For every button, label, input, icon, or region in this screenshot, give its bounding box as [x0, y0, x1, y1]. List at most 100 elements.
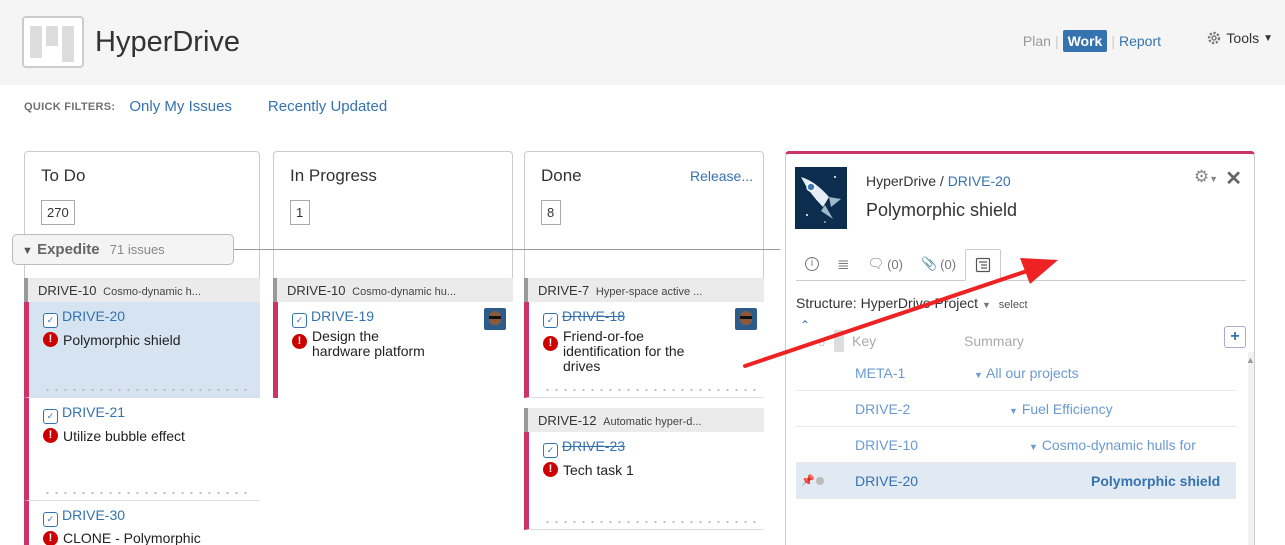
parent-issue-key: DRIVE-10 — [38, 283, 97, 298]
parent-issue-summary: Cosmo-dynamic hu... — [352, 286, 457, 298]
column-title: To Do — [41, 166, 86, 185]
priority-blocker-icon: ! — [43, 332, 58, 347]
issue-title: Polymorphic shield — [866, 200, 1018, 220]
header-bar: HyperDrive Plan | Work | Report Tools ▼ — [0, 0, 1285, 85]
plan-mode-link[interactable]: Plan — [1023, 33, 1051, 49]
row-summary[interactable]: ▼ Cosmo-dynamic hulls for — [1029, 437, 1196, 453]
issue-card[interactable]: ✓ DRIVE-23 ! Tech task 1 — [524, 432, 764, 530]
issue-card[interactable]: ✓ DRIVE-30 ! CLONE - Polymorphic — [24, 501, 260, 545]
card-grabber[interactable] — [543, 521, 756, 523]
card-grabber[interactable] — [43, 389, 252, 391]
structure-row[interactable]: DRIVE-10 ▼ Cosmo-dynamic hulls for — [796, 427, 1236, 463]
grid-scrollbar[interactable] — [1248, 352, 1254, 545]
structure-row[interactable]: DRIVE-2 ▼ Fuel Efficiency — [796, 391, 1236, 427]
expand-caret-icon: ▼ — [1009, 406, 1018, 416]
structure-row-selected[interactable]: 📌 DRIVE-20 Polymorphic shield — [796, 463, 1236, 499]
parent-issue-key: DRIVE-12 — [538, 413, 597, 428]
row-issue-key[interactable]: DRIVE-2 — [855, 401, 910, 417]
issue-key[interactable]: ✓ DRIVE-18 — [543, 308, 625, 328]
add-column-button[interactable]: + — [1224, 326, 1246, 348]
row-summary[interactable]: ▼ All our projects — [974, 365, 1079, 381]
description-icon: ≣ — [837, 256, 850, 273]
task-type-icon: ✓ — [543, 443, 558, 458]
swimlane-expedite-toggle[interactable]: ▼ Expedite 71 issues — [12, 234, 234, 265]
filter-recently-updated[interactable]: Recently Updated — [268, 98, 387, 115]
tab-details[interactable]: i — [796, 248, 828, 280]
info-icon: i — [805, 257, 819, 271]
scroll-up-icon[interactable]: ▲ — [1246, 355, 1255, 365]
structure-icon — [975, 257, 991, 273]
structure-select-link[interactable]: select — [999, 299, 1028, 311]
issue-key[interactable]: ✓ DRIVE-23 — [543, 438, 625, 458]
structure-grid-header: ⌃ ○ Key Summary + — [796, 318, 1246, 352]
issue-key[interactable]: ✓ DRIVE-20 — [43, 308, 125, 328]
nav-separator: | — [1054, 33, 1059, 49]
column-header-done: Done 8 Release... — [524, 151, 764, 281]
close-icon[interactable]: ✕ — [1225, 166, 1242, 191]
lane-done: DRIVE-7 Hyper-space active ... ✓ DRIVE-18… — [524, 278, 764, 545]
issue-key[interactable]: ✓ DRIVE-19 — [292, 308, 374, 328]
issue-card[interactable]: ✓ DRIVE-18 ! Friend-or-foe identification… — [524, 302, 764, 398]
task-type-icon: ✓ — [43, 512, 58, 527]
priority-blocker-icon: ! — [43, 531, 58, 545]
column-title: In Progress — [290, 166, 377, 185]
issue-card[interactable]: ✓ DRIVE-19 ! Design the hardware platform — [273, 302, 513, 398]
work-mode-link[interactable]: Work — [1062, 30, 1108, 52]
row-issue-key[interactable]: DRIVE-20 — [855, 473, 918, 489]
card-grabber[interactable] — [543, 389, 756, 391]
release-link[interactable]: Release... — [690, 168, 753, 184]
column-issue-count: 270 — [41, 200, 75, 225]
lane-todo: DRIVE-10 Cosmo-dynamic h... ✓ DRIVE-20 ! … — [24, 278, 260, 545]
attachments-count: (0) — [940, 256, 957, 272]
parent-issue-header[interactable]: DRIVE-7 Hyper-space active ... — [524, 278, 764, 302]
structure-row[interactable]: META-1 ▼ All our projects — [796, 355, 1236, 391]
lane-in-progress: DRIVE-10 Cosmo-dynamic hu... ✓ DRIVE-19 !… — [273, 278, 513, 402]
parent-issue-summary: Hyper-space active ... — [595, 286, 703, 298]
row-issue-key[interactable]: DRIVE-10 — [855, 437, 918, 453]
issue-key[interactable]: ✓ DRIVE-21 — [43, 404, 125, 424]
tab-description[interactable]: ≣ — [828, 248, 859, 280]
card-grabber[interactable] — [43, 492, 252, 494]
tab-attachments[interactable]: 📎 (0) — [912, 248, 965, 280]
parent-issue-header[interactable]: DRIVE-10 Cosmo-dynamic hu... — [273, 278, 513, 302]
pin-icon[interactable]: 📌 — [801, 474, 815, 487]
task-type-icon: ✓ — [43, 313, 58, 328]
swimlane-divider — [232, 249, 780, 250]
tab-structure[interactable] — [965, 249, 1002, 281]
issue-key[interactable]: ✓ DRIVE-30 — [43, 507, 125, 527]
panel-actions-gear-icon[interactable]: ⚙▼ — [1194, 167, 1218, 187]
row-issue-key[interactable]: META-1 — [855, 365, 905, 381]
structure-selector[interactable]: Structure: HyperDrive Project ▼ select — [796, 295, 1028, 311]
breadcrumb-project[interactable]: HyperDrive — [866, 173, 936, 189]
lane-gap — [524, 398, 764, 408]
issue-card[interactable]: ✓ DRIVE-21 ! Utilize bubble effect — [24, 398, 260, 501]
mode-switcher: Plan | Work | Report — [1023, 30, 1161, 52]
report-mode-link[interactable]: Report — [1119, 33, 1161, 49]
row-summary[interactable]: Polymorphic shield — [1091, 473, 1220, 489]
priority-blocker-icon: ! — [43, 428, 58, 443]
breadcrumb-issue-key[interactable]: DRIVE-20 — [948, 173, 1011, 189]
detail-tabs: i ≣ 🗨 (0) 📎 (0) — [796, 248, 1246, 281]
column-summary-header[interactable]: Summary — [964, 333, 1024, 349]
column-key-header[interactable]: Key — [852, 333, 876, 349]
parent-issue-header[interactable]: DRIVE-12 Automatic hyper-d... — [524, 408, 764, 432]
task-type-icon: ✓ — [43, 409, 58, 424]
gear-icon — [1208, 31, 1221, 45]
collapse-up-icon[interactable]: ⌃ — [800, 318, 810, 332]
issue-summary: CLONE - Polymorphic — [63, 530, 201, 545]
breadcrumb-separator: / — [939, 173, 944, 189]
filter-only-my-issues[interactable]: Only My Issues — [129, 98, 232, 115]
paperclip-icon: 📎 — [920, 256, 938, 271]
assignee-avatar — [735, 308, 757, 330]
issue-card[interactable]: ✓ DRIVE-20 ! Polymorphic shield — [24, 302, 260, 398]
comment-icon: 🗨 — [867, 256, 885, 271]
tab-comments[interactable]: 🗨 (0) — [859, 248, 912, 280]
row-summary[interactable]: ▼ Fuel Efficiency — [1009, 401, 1113, 417]
tools-menu[interactable]: Tools ▼ — [1206, 30, 1273, 46]
issue-summary: Tech task 1 — [563, 462, 634, 478]
parent-issue-header[interactable]: DRIVE-10 Cosmo-dynamic h... — [24, 278, 260, 302]
column-icon: ○ — [818, 336, 826, 350]
column-splitter[interactable] — [834, 330, 844, 352]
issue-detail-panel: HyperDrive / DRIVE-20 Polymorphic shield… — [785, 151, 1255, 545]
tools-label: Tools — [1226, 30, 1260, 46]
